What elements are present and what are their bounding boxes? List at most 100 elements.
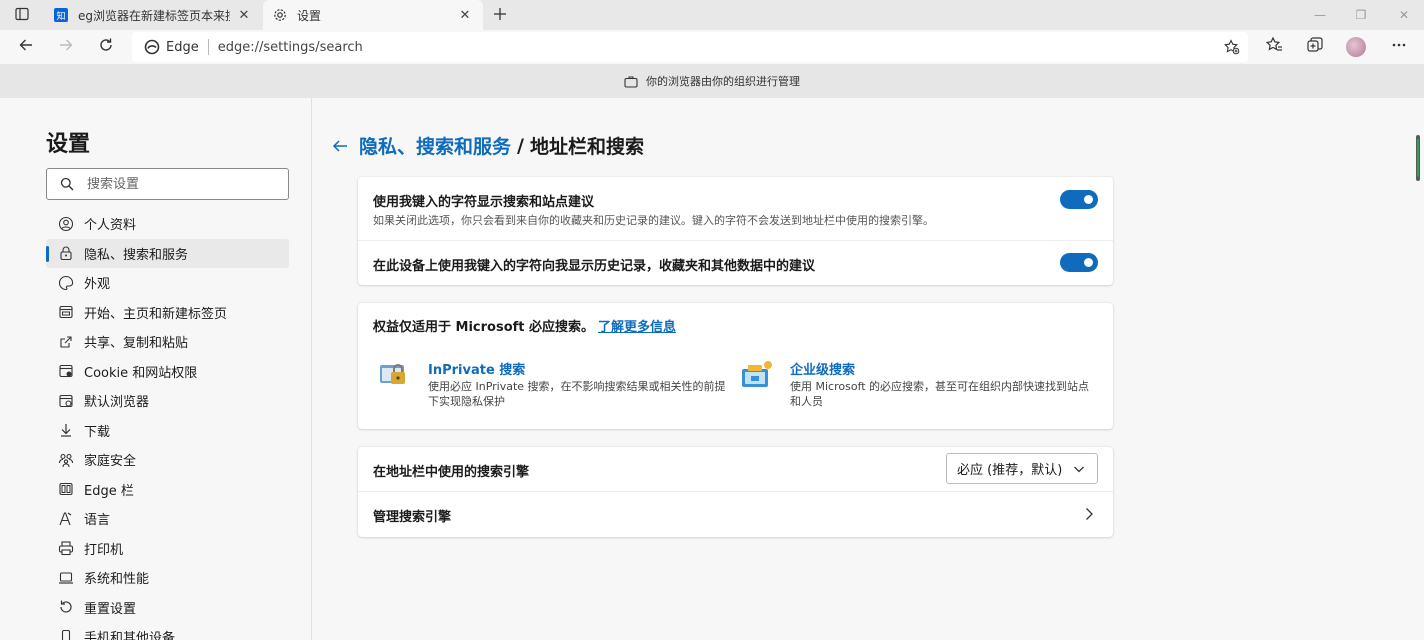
tab-close-icon[interactable]: ✕ [236,7,252,23]
scrollbar-accent [1417,139,1419,177]
new-tab-button[interactable] [488,4,512,26]
search-suggestions-title: 使用我键入的字符显示搜索和站点建议 [373,195,595,210]
sidebar-item-default-browser[interactable]: 默认浏览器 [46,386,289,416]
sidebar-item-edge-bar[interactable]: Edge 栏 [46,475,289,505]
settings-sidebar: 设置 个人资料 隐私、搜索和服务 外观 开始、主页和新建标签页 共享、复制和粘贴 [0,98,312,640]
sidebar-item-system[interactable]: 系统和性能 [46,563,289,593]
settings-nav: 个人资料 隐私、搜索和服务 外观 开始、主页和新建标签页 共享、复制和粘贴 Co… [46,209,289,640]
sidebar-item-label: 重置设置 [84,601,137,617]
site-permissions-icon [58,363,74,379]
sidebar-item-label: 共享、复制和粘贴 [84,336,189,352]
toolbar: Edge edge://settings/search [0,30,1424,64]
sidebar-item-profile[interactable]: 个人资料 [46,209,289,239]
back-button[interactable] [11,33,41,61]
collections-icon [1306,36,1324,58]
settings-search-input[interactable] [87,176,277,192]
enterprise-search-title: 企业级搜索 [790,363,856,378]
sidebar-item-label: Cookie 和网站权限 [84,365,198,381]
page-scrollbar[interactable] [1414,135,1422,183]
settings-main: 隐私、搜索和服务 / 地址栏和搜索 使用我键入的字符显示搜索和站点建议 如果关闭… [313,98,1424,640]
forward-arrow-icon [58,37,74,57]
sidebar-item-appearance[interactable]: 外观 [46,268,289,298]
minimize-button[interactable]: — [1300,0,1340,30]
chevron-down-icon [1073,463,1085,475]
gear-icon [273,8,287,22]
zhihu-favicon-icon: 知 [54,8,68,22]
tab-zhihu[interactable]: 知 eg浏览器在新建标签页本来搜索 ✕ [44,0,262,30]
inprivate-search-icon [380,364,405,384]
lock-icon [58,245,74,261]
sidebar-item-printers[interactable]: 打印机 [46,534,289,564]
search-suggestions-toggle[interactable] [1060,190,1098,209]
sidebar-item-label: 个人资料 [84,218,137,234]
reset-icon [58,599,74,615]
add-favorite-star-icon[interactable] [1222,37,1242,57]
tab-settings[interactable]: 设置 ✕ [263,0,483,30]
sidebar-item-share[interactable]: 共享、复制和粘贴 [46,327,289,357]
tab-actions-button[interactable] [8,4,36,26]
learn-more-link[interactable]: 了解更多信息 [598,320,676,335]
home-icon [58,304,74,320]
manage-search-engines-row[interactable]: 管理搜索引擎 [358,492,1113,537]
collections-button[interactable] [1300,33,1330,61]
settings-search-box[interactable] [46,168,289,200]
tab-actions-icon [15,6,29,25]
enterprise-search-desc: 使用 Microsoft 的必应搜索，甚至可在组织内部快速找到站点和人员 [790,380,1090,408]
bing-benefits-title: 权益仅适用于 Microsoft 必应搜索。 了解更多信息 [373,316,676,335]
sidebar-item-phone[interactable]: 手机和其他设备 [46,622,289,640]
sidebar-item-label: 下载 [84,424,111,440]
sidebar-item-label: 系统和性能 [84,572,150,588]
enterprise-search-feature: 企业级搜索 使用 Microsoft 的必应搜索，甚至可在组织内部快速找到站点和… [740,355,1090,415]
sidebar-item-downloads[interactable]: 下载 [46,416,289,446]
restore-button[interactable]: ❐ [1341,0,1381,30]
back-arrow-icon [18,37,34,57]
search-suggestions-desc: 如果关闭此选项，你只会看到来自你的收藏夹和历史记录的建议。键入的字符不会发送到地… [373,214,934,227]
refresh-icon [98,37,114,57]
sidebar-item-cookies[interactable]: Cookie 和网站权限 [46,357,289,387]
more-dots-icon [1391,37,1407,57]
sidebar-item-privacy[interactable]: 隐私、搜索和服务 [46,238,289,268]
family-icon [58,452,74,468]
sidebar-item-label: Edge 栏 [84,483,134,499]
printer-icon [58,540,74,556]
phone-icon [58,629,74,640]
breadcrumb-parent-link[interactable]: 隐私、搜索和服务 [359,132,511,159]
plus-icon [493,6,507,25]
profile-avatar[interactable] [1346,37,1366,57]
address-url[interactable]: edge://settings/search [218,40,363,55]
search-engine-label: 在地址栏中使用的搜索引擎 [373,465,530,480]
tab-strip: 知 eg浏览器在新建标签页本来搜索 ✕ 设置 ✕ — ❐ ✕ [0,0,1424,30]
inprivate-search-title: InPrivate 搜索 [428,363,526,378]
address-bar[interactable]: Edge edge://settings/search [132,32,1248,62]
search-engine-card: 在地址栏中使用的搜索引擎 必应 (推荐，默认) 管理搜索引擎 [358,447,1113,537]
more-menu-button[interactable] [1384,33,1414,61]
history-suggestions-toggle[interactable] [1060,253,1098,272]
sidebar-item-label: 语言 [84,513,111,529]
managed-banner: 你的浏览器由你的组织进行管理 [0,64,1424,98]
favorites-button[interactable] [1259,33,1289,61]
search-engine-select[interactable]: 必应 (推荐，默认) [946,453,1098,484]
back-arrow-icon[interactable] [329,135,351,157]
card-divider [358,240,1113,241]
sidebar-item-languages[interactable]: 语言 [46,504,289,534]
edge-logo-icon [144,39,160,55]
address-divider [207,39,209,55]
address-scheme-label: Edge [166,39,199,55]
sidebar-item-start-home[interactable]: 开始、主页和新建标签页 [46,298,289,328]
managed-banner-text: 你的浏览器由你的组织进行管理 [646,75,800,88]
forward-button[interactable] [51,33,81,61]
sidebar-item-family[interactable]: 家庭安全 [46,445,289,475]
sidebar-item-label: 手机和其他设备 [84,631,176,640]
breadcrumb-separator: / [517,134,524,157]
sidebar-item-reset[interactable]: 重置设置 [46,593,289,623]
search-icon [59,176,75,192]
tab-title: eg浏览器在新建标签页本来搜索 [78,8,230,23]
bing-benefits-card: 权益仅适用于 Microsoft 必应搜索。 了解更多信息 InPrivate 搜… [358,303,1113,429]
tab-close-icon[interactable]: ✕ [457,7,473,23]
briefcase-icon [624,75,638,88]
chevron-right-icon [1083,506,1095,522]
window-close-button[interactable]: ✕ [1384,0,1424,30]
profile-icon [58,216,74,232]
refresh-button[interactable] [91,33,121,61]
history-suggestions-title: 在此设备上使用我键入的字符向我显示历史记录，收藏夹和其他数据中的建议 [373,259,816,274]
